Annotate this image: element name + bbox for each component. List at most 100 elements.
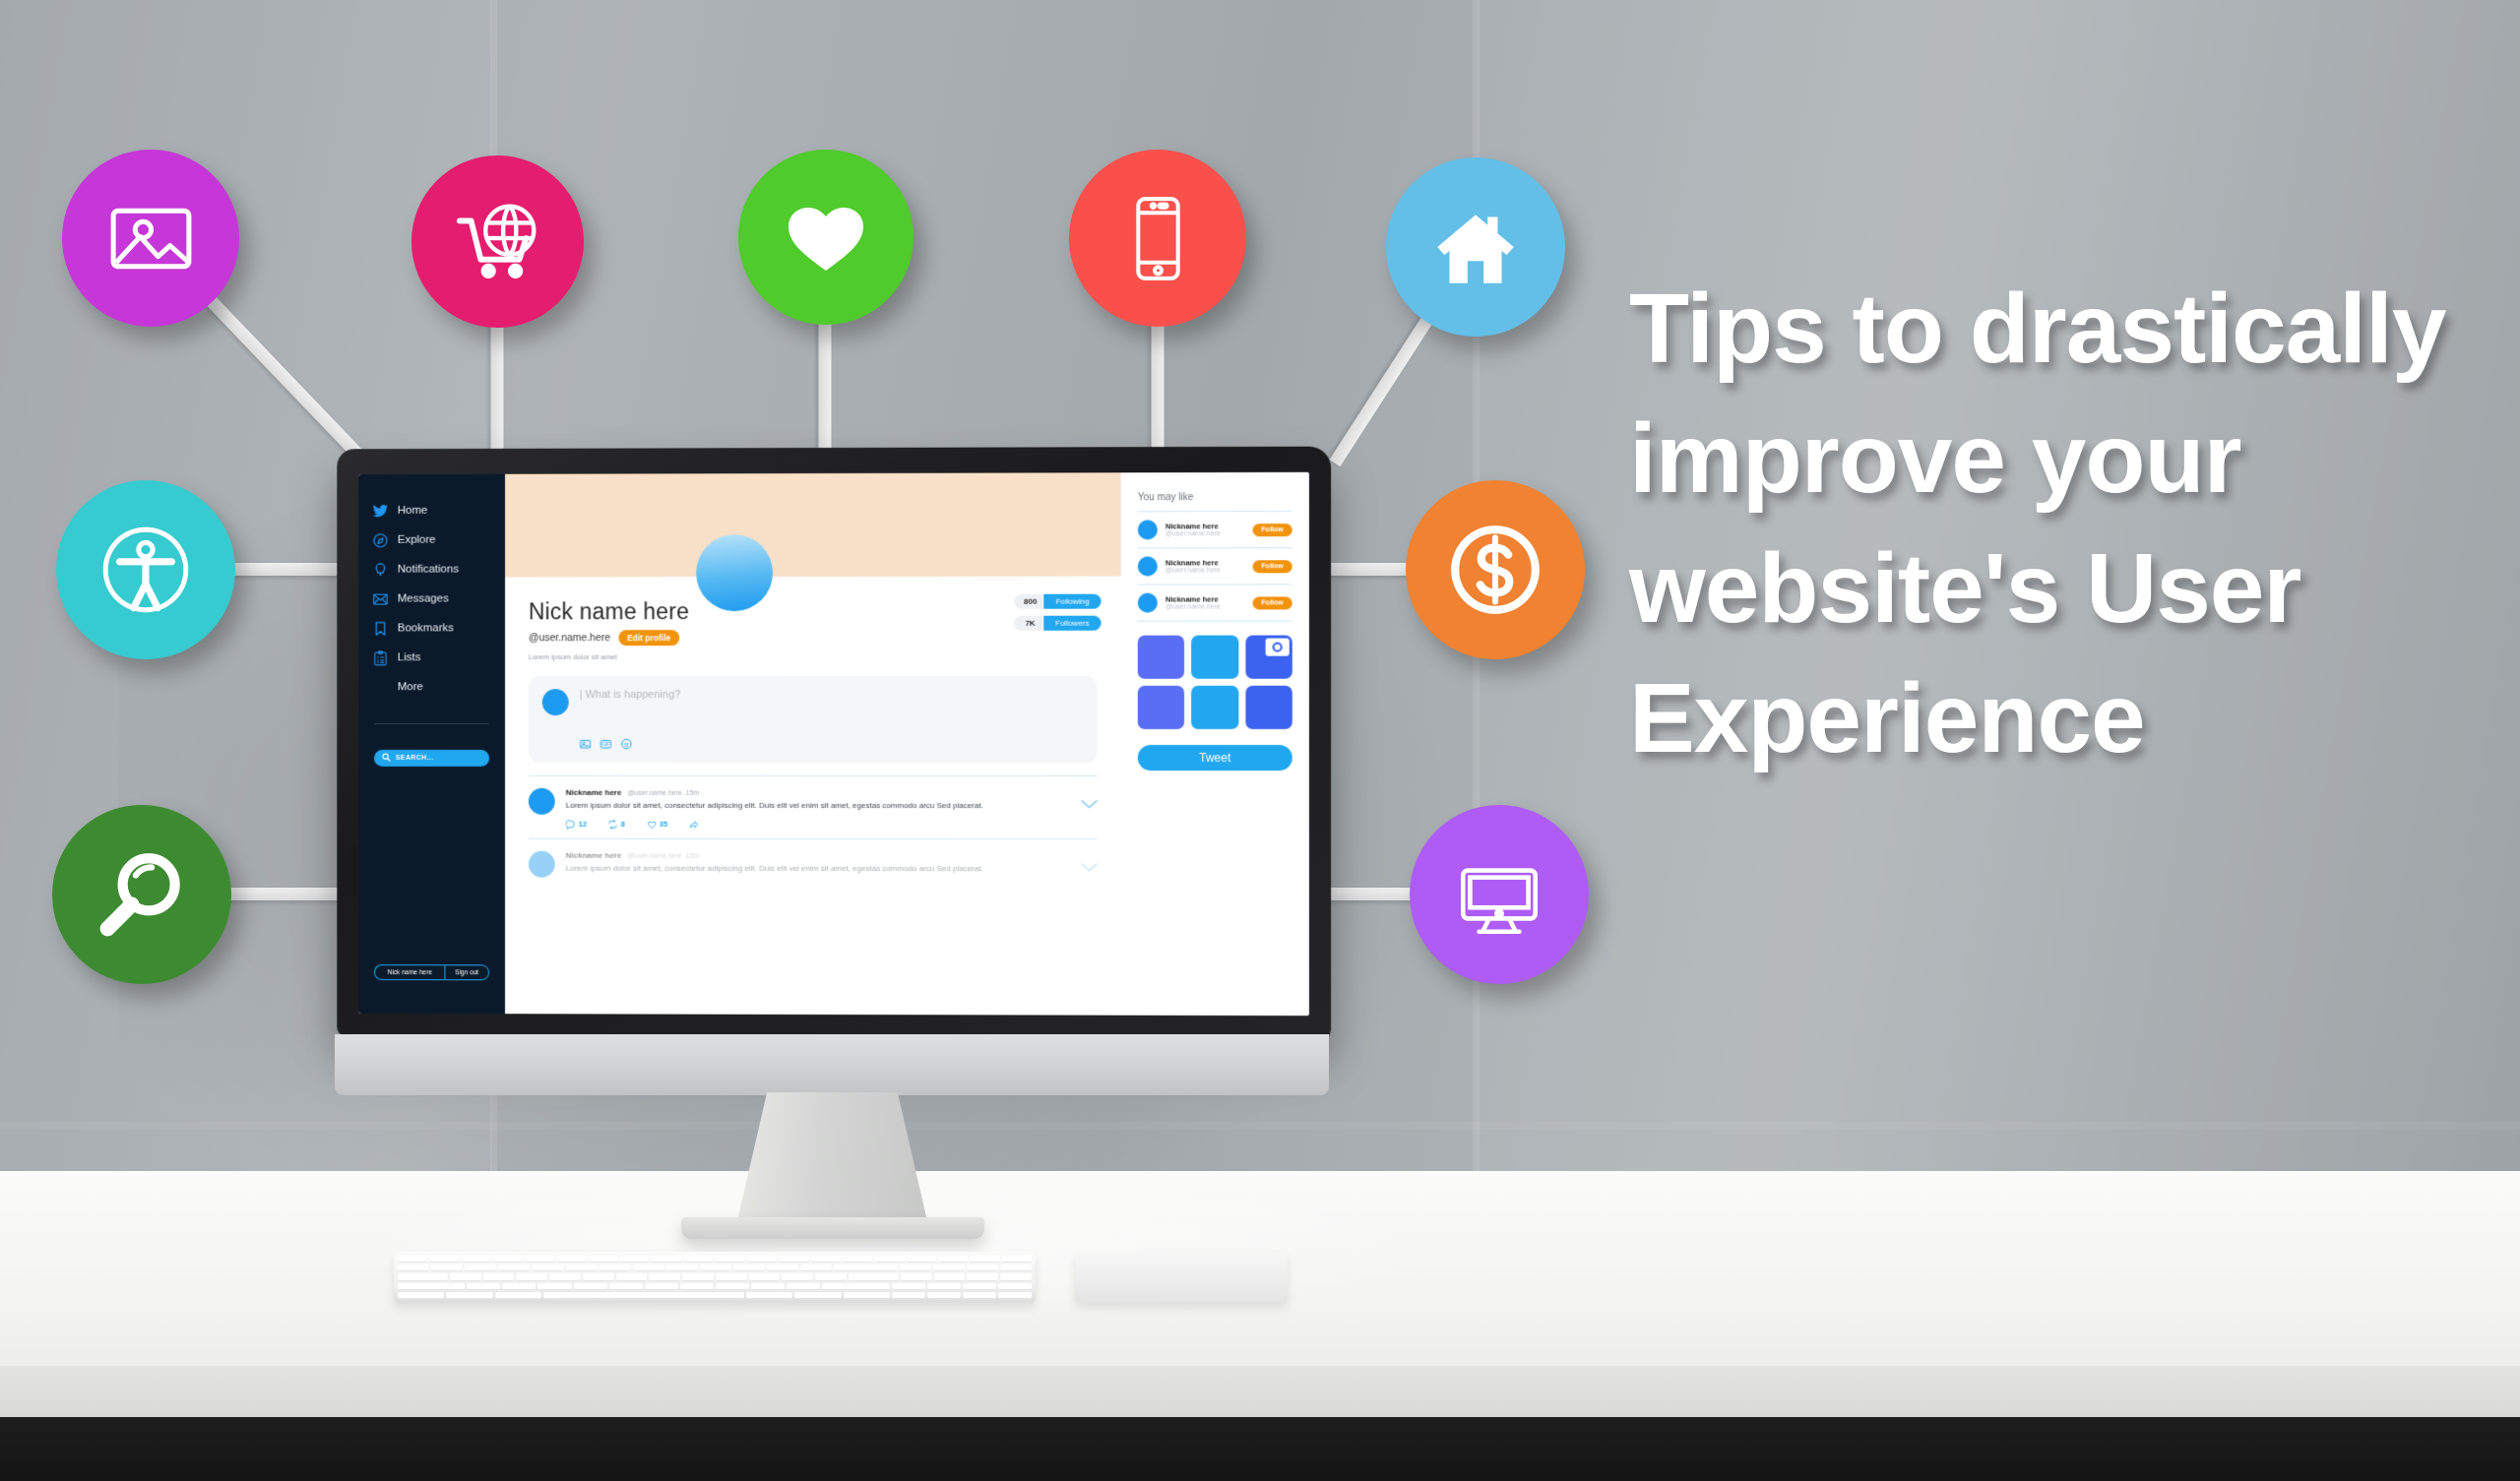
tweet-text: Lorem ipsum dolor sit amet, consectetur … xyxy=(565,801,983,811)
keyboard-key xyxy=(398,1256,428,1264)
suggestion-item[interactable]: Nickname here @user.name.here Follow xyxy=(1137,512,1292,547)
follow-button[interactable]: Follow xyxy=(1252,559,1292,574)
keyboard-key xyxy=(573,1282,607,1290)
keyboard-key xyxy=(892,1291,926,1300)
media-tile[interactable] xyxy=(1245,635,1292,680)
keyboard-key xyxy=(608,1282,643,1290)
media-tile[interactable] xyxy=(1137,686,1185,730)
suggestion-name: Nickname here xyxy=(1165,594,1219,604)
tweet-button[interactable]: Tweet xyxy=(1137,745,1292,771)
sidebar-item-lists[interactable]: Lists xyxy=(372,643,505,672)
keyboard-key xyxy=(482,1273,515,1281)
sidebar-item-label: Explore xyxy=(397,533,436,546)
keyboard-key xyxy=(632,1265,664,1272)
media-tile[interactable] xyxy=(1191,686,1239,730)
media-tile[interactable] xyxy=(1245,686,1292,730)
suggestion-item[interactable]: Nickname here @user.name.here Follow xyxy=(1137,586,1292,621)
svg-text:GIF: GIF xyxy=(602,742,610,747)
profile-cover xyxy=(505,472,1121,612)
tweet-item[interactable]: Nickname here @user.name.here .15m Lorem i… xyxy=(505,838,1121,887)
signout-button[interactable]: Sign out xyxy=(444,964,490,981)
sidebar-item-bookmarks[interactable]: Bookmarks xyxy=(372,613,505,643)
keyboard-key xyxy=(588,1256,619,1264)
composer-input[interactable]: | What is happening? xyxy=(580,689,1084,701)
keyboard-row xyxy=(398,1291,1033,1300)
accessibility-icon xyxy=(95,520,196,620)
monitor-icon xyxy=(1449,844,1549,945)
keyboard-key xyxy=(966,1265,998,1272)
suggestion-name: Nickname here xyxy=(1165,558,1219,568)
keyboard-key xyxy=(1000,1273,1032,1281)
sidebar-item-explore[interactable]: Explore xyxy=(372,525,505,555)
keyboard-key xyxy=(465,1265,497,1272)
monitor-chin xyxy=(335,1034,1329,1095)
sidebar-item-label: Notifications xyxy=(397,563,459,576)
search-icon xyxy=(382,753,391,764)
tweet-action-share[interactable] xyxy=(689,819,699,829)
twitter-bird-icon xyxy=(372,502,389,519)
profile-header: Nick name here @user.name.here Edit prof… xyxy=(505,577,1121,662)
suggestion-avatar xyxy=(1137,556,1158,577)
media-tile[interactable] xyxy=(1191,635,1239,680)
suggestion-item[interactable]: Nickname here @user.name.here Follow xyxy=(1137,548,1292,584)
tweet-composer[interactable]: | What is happening? GIF xyxy=(528,675,1098,764)
tweet-meta: @user.name.here .15m xyxy=(627,790,700,798)
stat-followers[interactable]: 7K Followers xyxy=(1014,615,1102,631)
sidebar-item-notifications[interactable]: Notifications xyxy=(372,555,505,585)
monitor-body: Home Explore Notifications Messages Bookmark… xyxy=(337,446,1332,1040)
keyboard-key xyxy=(748,1273,781,1281)
stat-value: 7K xyxy=(1014,615,1044,631)
keyboard-key xyxy=(498,1265,531,1272)
monitor-stand-neck xyxy=(736,1092,928,1225)
gif-icon[interactable]: GIF xyxy=(600,738,612,750)
sidebar-account-bar: Nick name here Sign out xyxy=(358,964,505,981)
sidebar-nav: Home Explore Notifications Messages Bookmark… xyxy=(358,496,505,673)
trackpad xyxy=(1075,1252,1288,1303)
keyboard-key xyxy=(549,1273,581,1281)
keyboard-key xyxy=(699,1265,732,1272)
keyboard-key xyxy=(906,1256,937,1264)
keyboard-key xyxy=(715,1282,750,1290)
sidebar-item-more[interactable]: More xyxy=(358,672,505,702)
compass-icon xyxy=(372,531,389,548)
tweet-action-comment[interactable]: 12 xyxy=(566,819,587,829)
home-icon xyxy=(1425,197,1526,297)
tweet-nickname: Nickname here xyxy=(565,788,622,798)
composer-tools: GIF xyxy=(580,738,1084,750)
stat-following[interactable]: 800 Following xyxy=(1014,593,1102,609)
image-upload-icon[interactable] xyxy=(580,738,592,750)
suggestion-handle: @user.name.here xyxy=(1165,603,1222,611)
account-button[interactable]: Nick name here xyxy=(373,964,445,981)
keyboard-key xyxy=(998,1291,1033,1300)
edit-profile-button[interactable]: Edit profile xyxy=(618,630,680,647)
keyboard-key xyxy=(543,1291,744,1300)
media-tile[interactable] xyxy=(1137,636,1185,680)
follow-button[interactable]: Follow xyxy=(1252,596,1292,610)
suggestion-text: Nickname here @user.name.here xyxy=(1166,595,1244,611)
retweet-icon xyxy=(608,819,618,829)
keyboard-key xyxy=(822,1282,890,1290)
chevron-down-icon[interactable] xyxy=(1079,798,1099,810)
keyboard-key xyxy=(747,1256,778,1264)
keyboard-row xyxy=(398,1265,1033,1272)
sidebar-item-home[interactable]: Home xyxy=(372,496,505,525)
tweet-action-retweet[interactable]: 8 xyxy=(608,819,625,829)
chevron-down-icon[interactable] xyxy=(1079,861,1099,873)
keyboard-key xyxy=(782,1273,814,1281)
search-input[interactable]: SEARCH... xyxy=(373,749,490,767)
keyboard-key xyxy=(398,1291,445,1300)
sidebar-item-messages[interactable]: Messages xyxy=(372,584,505,613)
keyboard-key xyxy=(582,1273,614,1281)
keyboard-key xyxy=(620,1256,651,1264)
sidebar-item-label: Messages xyxy=(397,592,449,605)
keyboard-key xyxy=(525,1256,555,1264)
heart-icon xyxy=(777,188,875,286)
follow-button[interactable]: Follow xyxy=(1252,523,1292,536)
tweet-action-like[interactable]: 35 xyxy=(647,819,667,829)
tweet-nickname: Nickname here xyxy=(565,850,622,860)
tweet-item[interactable]: Nickname here @user.name.here .15m Lorem i… xyxy=(505,776,1121,838)
emoji-icon[interactable] xyxy=(620,738,632,750)
keyboard-key xyxy=(933,1273,966,1281)
keyboard-key xyxy=(461,1256,491,1264)
suggestion-list: Nickname here @user.name.here Follow Nickna… xyxy=(1137,512,1292,623)
